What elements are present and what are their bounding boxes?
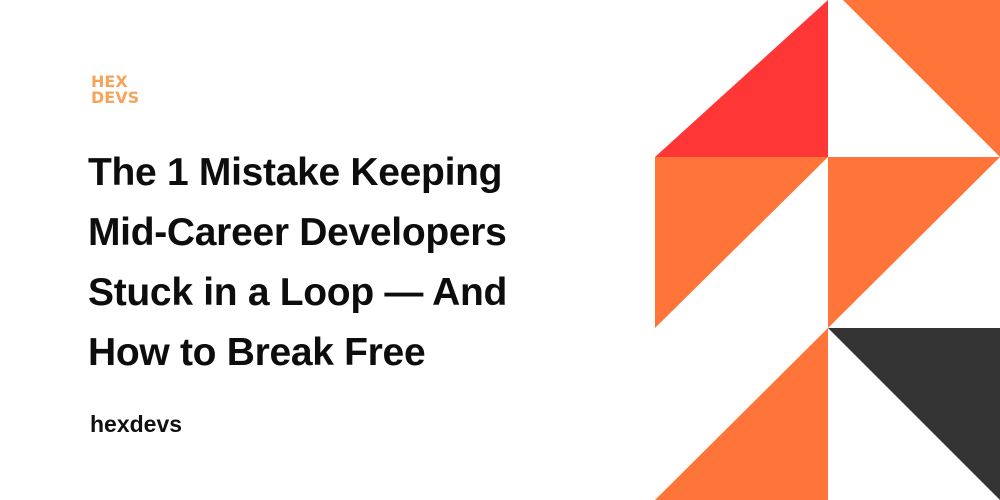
- triangle-red-top: [655, 0, 828, 157]
- cover-image: HEX DEVS The 1 Mistake Keeping Mid-Caree…: [0, 0, 1000, 500]
- geometric-pattern: [655, 0, 1000, 500]
- triangle-dark-bottom: [828, 328, 1000, 500]
- triangle-orange-bottom: [655, 328, 828, 500]
- triangle-orange-mid-left: [655, 157, 828, 328]
- triangle-orange-top-right: [843, 0, 1000, 157]
- triangle-orange-mid-right: [828, 157, 1000, 328]
